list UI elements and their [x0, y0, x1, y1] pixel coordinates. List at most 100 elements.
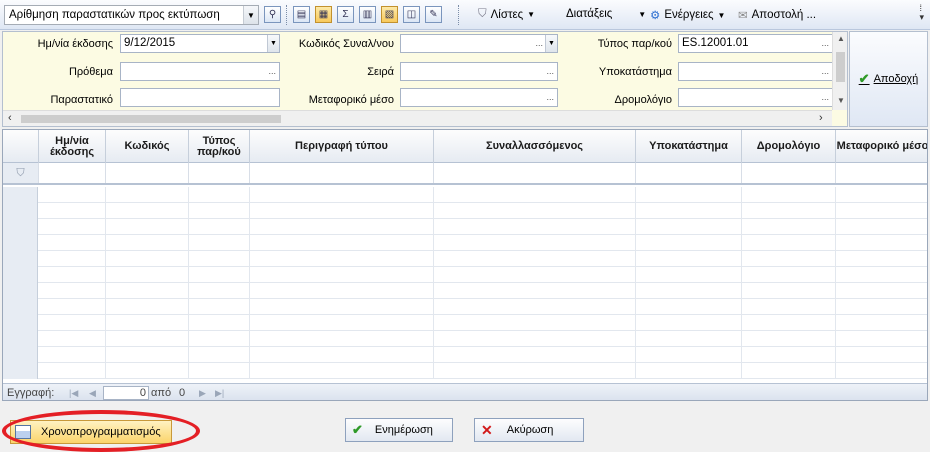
table-cell[interactable]: [742, 251, 836, 267]
table-cell[interactable]: [189, 347, 250, 363]
filter-cell[interactable]: [742, 163, 836, 183]
row-selector[interactable]: [3, 235, 38, 251]
filter-cell[interactable]: [636, 163, 742, 183]
accept-button[interactable]: ✔ Αποδοχή: [849, 31, 928, 127]
table-cell[interactable]: [742, 219, 836, 235]
table-row[interactable]: [3, 219, 927, 235]
table-cell[interactable]: [106, 299, 189, 315]
table-cell[interactable]: [106, 251, 189, 267]
column-header[interactable]: Υποκατάστημα: [636, 130, 742, 163]
table-cell[interactable]: [250, 267, 434, 283]
chevron-down-icon[interactable]: ▼: [545, 35, 557, 52]
table-cell[interactable]: [434, 363, 636, 379]
table-cell[interactable]: [836, 251, 927, 267]
row-selector[interactable]: [3, 203, 38, 219]
table-cell[interactable]: [106, 187, 189, 203]
table-cell[interactable]: [106, 331, 189, 347]
filter-cell[interactable]: [836, 163, 927, 183]
table-cell[interactable]: [39, 299, 106, 315]
filter-cell[interactable]: [250, 163, 434, 183]
table-cell[interactable]: [434, 331, 636, 347]
scroll-up-icon[interactable]: ▲: [833, 34, 847, 43]
route-field[interactable]: ...: [678, 88, 833, 107]
table-cell[interactable]: [836, 267, 927, 283]
series-field[interactable]: ...: [400, 62, 558, 81]
cancel-button[interactable]: ✕ Ακύρωση: [474, 418, 584, 442]
table-cell[interactable]: [742, 315, 836, 331]
table-cell[interactable]: [39, 203, 106, 219]
scroll-right-icon[interactable]: ›: [819, 112, 823, 124]
table-cell[interactable]: [250, 347, 434, 363]
filter-cell[interactable]: [106, 163, 189, 183]
table-cell[interactable]: [636, 203, 742, 219]
ellipsis-icon[interactable]: ...: [268, 63, 276, 80]
ellipsis-icon[interactable]: ...: [546, 89, 554, 106]
table-cell[interactable]: [434, 235, 636, 251]
previous-record-icon[interactable]: ◀: [89, 388, 96, 399]
column-header[interactable]: Ημ/νία έκδοσης: [39, 130, 106, 163]
ellipsis-icon[interactable]: ...: [821, 35, 829, 52]
table-cell[interactable]: [39, 251, 106, 267]
row-selector[interactable]: [3, 267, 38, 283]
table-cell[interactable]: [742, 299, 836, 315]
row-selector[interactable]: [3, 219, 38, 235]
current-record-field[interactable]: 0: [103, 386, 149, 400]
table-cell[interactable]: [106, 203, 189, 219]
table-cell[interactable]: [742, 363, 836, 379]
table-cell[interactable]: [836, 219, 927, 235]
column-header[interactable]: Κωδικός: [106, 130, 189, 163]
table-cell[interactable]: [742, 187, 836, 203]
table-cell[interactable]: [189, 219, 250, 235]
table-cell[interactable]: [636, 299, 742, 315]
column-header[interactable]: Περιγραφή τύπου: [250, 130, 434, 163]
table-cell[interactable]: [636, 363, 742, 379]
table-cell[interactable]: [742, 283, 836, 299]
table-cell[interactable]: [250, 315, 434, 331]
table-row[interactable]: [3, 203, 927, 219]
table-cell[interactable]: [742, 203, 836, 219]
table-cell[interactable]: [106, 363, 189, 379]
table-cell[interactable]: [434, 203, 636, 219]
document-field[interactable]: [120, 88, 280, 107]
table-cell[interactable]: [836, 299, 927, 315]
table-cell[interactable]: [250, 219, 434, 235]
prefix-field[interactable]: ...: [120, 62, 280, 81]
filter-cell[interactable]: [39, 163, 106, 183]
table-cell[interactable]: [836, 187, 927, 203]
row-selector[interactable]: [3, 251, 38, 267]
binoculars-icon[interactable]: ⚲: [264, 6, 281, 23]
table-cell[interactable]: [189, 203, 250, 219]
table-cell[interactable]: [250, 187, 434, 203]
row-selector[interactable]: [3, 187, 38, 203]
toolbar-overflow-icon[interactable]: ⁞ ▾: [919, 4, 924, 22]
table-cell[interactable]: [39, 363, 106, 379]
columns-icon[interactable]: ▧: [381, 6, 398, 23]
table-cell[interactable]: [434, 267, 636, 283]
ellipsis-icon[interactable]: ...: [821, 63, 829, 80]
table-row[interactable]: [3, 347, 927, 363]
table-cell[interactable]: [39, 315, 106, 331]
transport-field[interactable]: ...: [400, 88, 558, 107]
table-cell[interactable]: [39, 347, 106, 363]
ellipsis-icon[interactable]: ...: [821, 89, 829, 106]
table-row[interactable]: [3, 363, 927, 379]
table-cell[interactable]: [189, 299, 250, 315]
table-cell[interactable]: [636, 187, 742, 203]
table-cell[interactable]: [434, 187, 636, 203]
branch-field[interactable]: ...: [678, 62, 833, 81]
table-cell[interactable]: [250, 283, 434, 299]
scroll-left-icon[interactable]: ‹: [8, 112, 12, 124]
table-row[interactable]: [3, 283, 927, 299]
lists-menu[interactable]: ⛉ Λίστες ▼: [478, 8, 535, 21]
column-header[interactable]: Τύπος παρ/κού: [189, 130, 250, 163]
table-cell[interactable]: [742, 267, 836, 283]
table-cell[interactable]: [250, 299, 434, 315]
ellipsis-icon[interactable]: ...: [535, 35, 543, 52]
table-cell[interactable]: [434, 315, 636, 331]
table-row[interactable]: [3, 251, 927, 267]
table-cell[interactable]: [189, 331, 250, 347]
first-record-icon[interactable]: |◀: [69, 388, 78, 399]
column-header[interactable]: Δρομολόγιο: [742, 130, 836, 163]
filter-document-icon[interactable]: ▦: [315, 6, 332, 23]
table-cell[interactable]: [39, 219, 106, 235]
